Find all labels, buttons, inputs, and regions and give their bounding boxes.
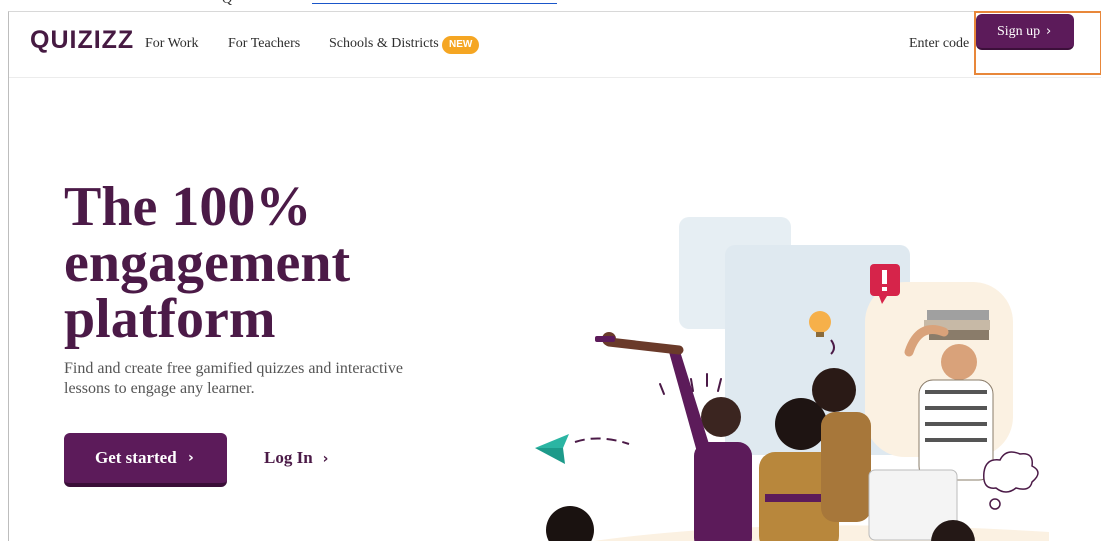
- sign-up-button[interactable]: Sign up ›: [976, 14, 1074, 50]
- nav-schools-districts[interactable]: Schools & Districts: [329, 36, 439, 52]
- cropped-text-fragment: Q: [222, 0, 232, 8]
- log-in-label: Log In: [264, 448, 313, 467]
- hero-illustration: [535, 217, 1049, 541]
- hero-title-line: The 100%: [64, 176, 312, 238]
- quizizz-logo[interactable]: QUIZIZZ: [30, 26, 134, 55]
- paper-plane-icon: [535, 434, 630, 464]
- new-badge: NEW: [442, 36, 480, 54]
- chevron-right-icon: ›: [1046, 24, 1052, 39]
- get-started-label: Get started: [95, 448, 177, 467]
- log-in-button[interactable]: Log In ›: [264, 448, 328, 468]
- page-frame: QUIZIZZ For Work For Teachers Schools & …: [8, 11, 1101, 541]
- nav-for-work[interactable]: For Work: [145, 36, 198, 52]
- get-started-button[interactable]: Get started ›: [64, 433, 227, 487]
- cropped-link-fragment[interactable]: [312, 0, 557, 4]
- hero-title-line: engagement: [64, 232, 351, 294]
- sign-up-label: Sign up: [997, 24, 1041, 39]
- hero-title-line: platform: [64, 288, 276, 350]
- nav-for-teachers[interactable]: For Teachers: [228, 36, 300, 52]
- chevron-right-icon: ›: [322, 451, 329, 467]
- enter-code-link[interactable]: Enter code: [909, 36, 969, 52]
- hero-subtitle: Find and create free gamified quizzes an…: [64, 360, 403, 397]
- hero-title: The 100% engagement platform: [64, 179, 484, 347]
- top-nav-bar: QUIZIZZ For Work For Teachers Schools & …: [9, 11, 1101, 78]
- cloud-doodle-icon: [983, 451, 1039, 510]
- chevron-right-icon: ›: [188, 450, 194, 466]
- student-figure: [904, 310, 994, 481]
